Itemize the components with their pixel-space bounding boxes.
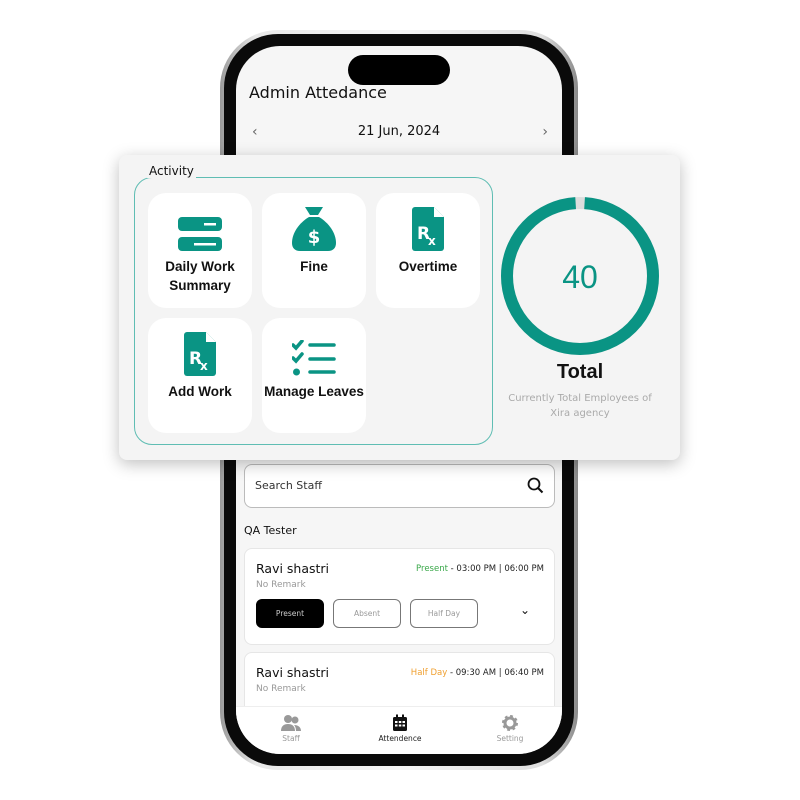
date-selector: ‹ 21 Jun, 2024 › <box>236 124 562 146</box>
tile-manage-leaves[interactable]: Manage Leaves <box>262 318 366 433</box>
tile-label: Add Work <box>168 384 232 399</box>
staff-remark: No Remark <box>256 684 306 694</box>
status-times: - 03:00 PM | 06:00 PM <box>447 564 544 574</box>
svg-text:x: x <box>200 359 208 373</box>
calendar-icon <box>393 714 407 731</box>
gear-icon <box>502 715 518 731</box>
tile-label: Daily Work Summary <box>165 259 235 293</box>
search-placeholder: Search Staff <box>255 479 322 492</box>
checklist-icon <box>292 340 336 376</box>
svg-text:$: $ <box>308 227 321 248</box>
absent-button[interactable]: Absent <box>333 599 401 628</box>
prescription-file-icon: Rx <box>412 207 444 251</box>
current-date: 21 Jun, 2024 <box>357 124 441 139</box>
staff-card: Ravi shastri No Remark Present - 03:00 P… <box>244 548 555 645</box>
nav-staff[interactable]: Staff <box>256 714 326 743</box>
employee-ring-chart: 40 <box>501 197 659 355</box>
tile-fine[interactable]: $ Fine <box>262 193 366 308</box>
status-badge: Present <box>416 564 448 574</box>
status-times: - 09:30 AM | 06:40 PM <box>447 668 544 678</box>
svg-text:x: x <box>428 234 436 248</box>
present-button[interactable]: Present <box>256 599 324 628</box>
dynamic-island <box>348 55 450 85</box>
staff-name: Ravi shastri <box>256 561 330 576</box>
total-count: 40 <box>562 259 598 295</box>
search-input[interactable]: Search Staff <box>244 464 555 508</box>
prescription-file-icon: Rx <box>184 332 216 376</box>
total-subtitle: Currently Total Employees of Xira agency <box>508 393 652 419</box>
nav-label: Setting <box>496 734 524 743</box>
section-heading: QA Tester <box>244 524 297 537</box>
status-badge: Half Day <box>410 668 448 678</box>
chevron-right-icon[interactable]: › <box>542 124 548 140</box>
status-line: Half Day - 09:30 AM | 06:40 PM <box>411 668 544 678</box>
money-bag-icon: $ <box>292 207 336 251</box>
tile-label: Manage Leaves <box>264 384 364 399</box>
activity-panel: Activity Daily Work Summary $ Fine Rx Ov… <box>119 155 680 460</box>
tile-add-work[interactable]: Rx Add Work <box>148 318 252 433</box>
staff-name: Ravi shastri <box>256 665 330 680</box>
status-line: Present - 03:00 PM | 06:00 PM <box>416 564 544 574</box>
activity-label: Activity <box>147 164 196 178</box>
staff-remark: No Remark <box>256 580 306 590</box>
half-day-button[interactable]: Half Day <box>410 599 478 628</box>
search-icon[interactable] <box>527 477 544 494</box>
tile-label: Overtime <box>398 259 458 274</box>
nav-label: Staff <box>282 734 300 743</box>
chevron-down-icon[interactable]: ⌄ <box>520 603 530 617</box>
server-icon <box>178 217 222 251</box>
bottom-nav: Staff Attendence Setting <box>236 706 562 754</box>
tile-daily-work-summary[interactable]: Daily Work Summary <box>148 193 252 308</box>
nav-setting[interactable]: Setting <box>475 714 545 743</box>
total-label: Total <box>556 361 604 383</box>
page-title: Admin Attedance <box>249 83 387 102</box>
tile-overtime[interactable]: Rx Overtime <box>376 193 480 308</box>
nav-attendence[interactable]: Attendence <box>365 714 435 743</box>
users-icon <box>281 715 301 731</box>
nav-label: Attendence <box>378 734 422 743</box>
tile-label: Fine <box>300 259 328 274</box>
